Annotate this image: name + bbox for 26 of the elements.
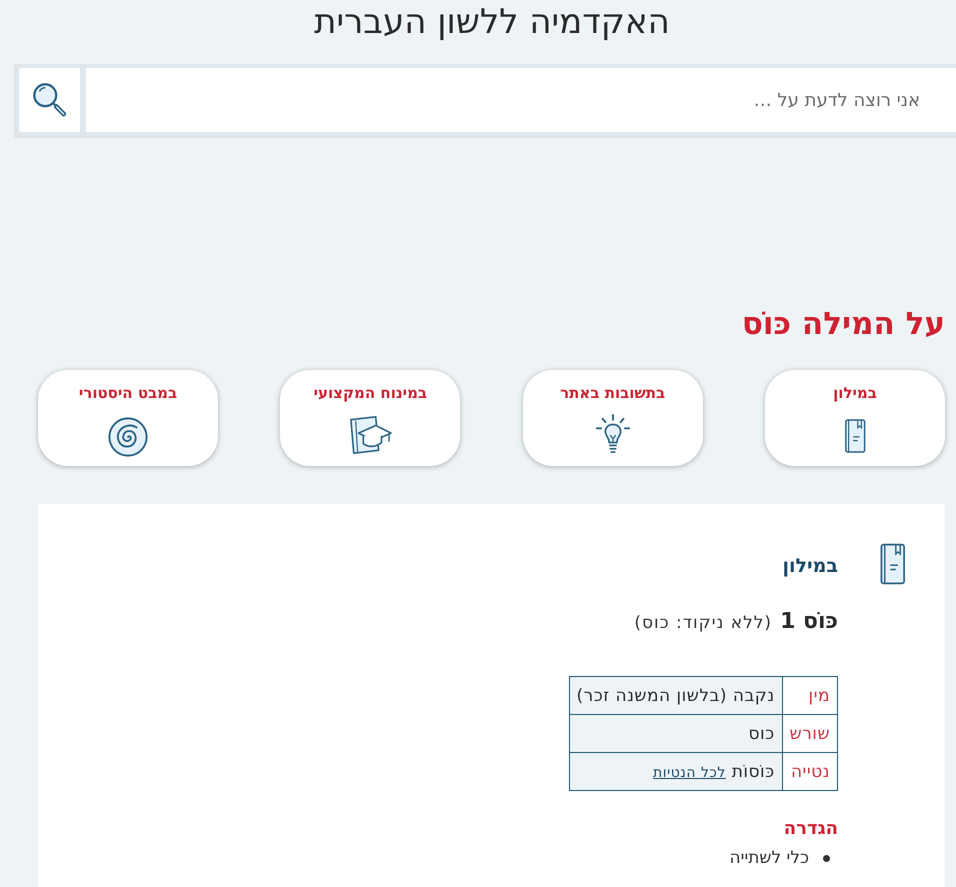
search-icon [30, 81, 68, 119]
spiral-icon [107, 416, 150, 458]
bullet-icon [823, 854, 830, 862]
search-field[interactable]: אני רוצה לדעת על … [86, 68, 956, 132]
definition-title: הגדרה [784, 817, 838, 841]
section-card[interactable]: בתשובות באתר [522, 370, 703, 466]
notebook-with-cap-icon [347, 414, 394, 456]
section-card[interactable]: במילון [765, 370, 945, 466]
property-value: כוס [569, 714, 782, 752]
inflections-link[interactable]: לכל הנטיות [653, 764, 726, 780]
section-card[interactable]: במבט היסטורי [38, 370, 218, 466]
card-label: במבט היסטורי [78, 383, 178, 404]
card-label: בתשובות באתר [560, 383, 666, 404]
section-card[interactable]: במינוח המקצועי [280, 370, 460, 466]
unpointed-form: (ללא ניקוד: כוס) [634, 612, 772, 635]
headword: כּוֹס 1 [780, 608, 838, 636]
property-label: מין [782, 676, 838, 714]
word-heading: על המילה כּוֹס [740, 305, 946, 344]
search-button[interactable] [19, 68, 80, 132]
property-value: כּוֹסוֹת [732, 762, 775, 782]
card-label: במילון [833, 383, 877, 404]
card-label: במינוח המקצועי [314, 383, 428, 404]
section-title: במילון [782, 554, 838, 579]
site-title: האקדמיה ללשון העברית [313, 1, 671, 44]
definition-item: כלי לשתייה [730, 847, 809, 870]
property-value: נקבה (בלשון המשנה זכר) [569, 676, 782, 714]
